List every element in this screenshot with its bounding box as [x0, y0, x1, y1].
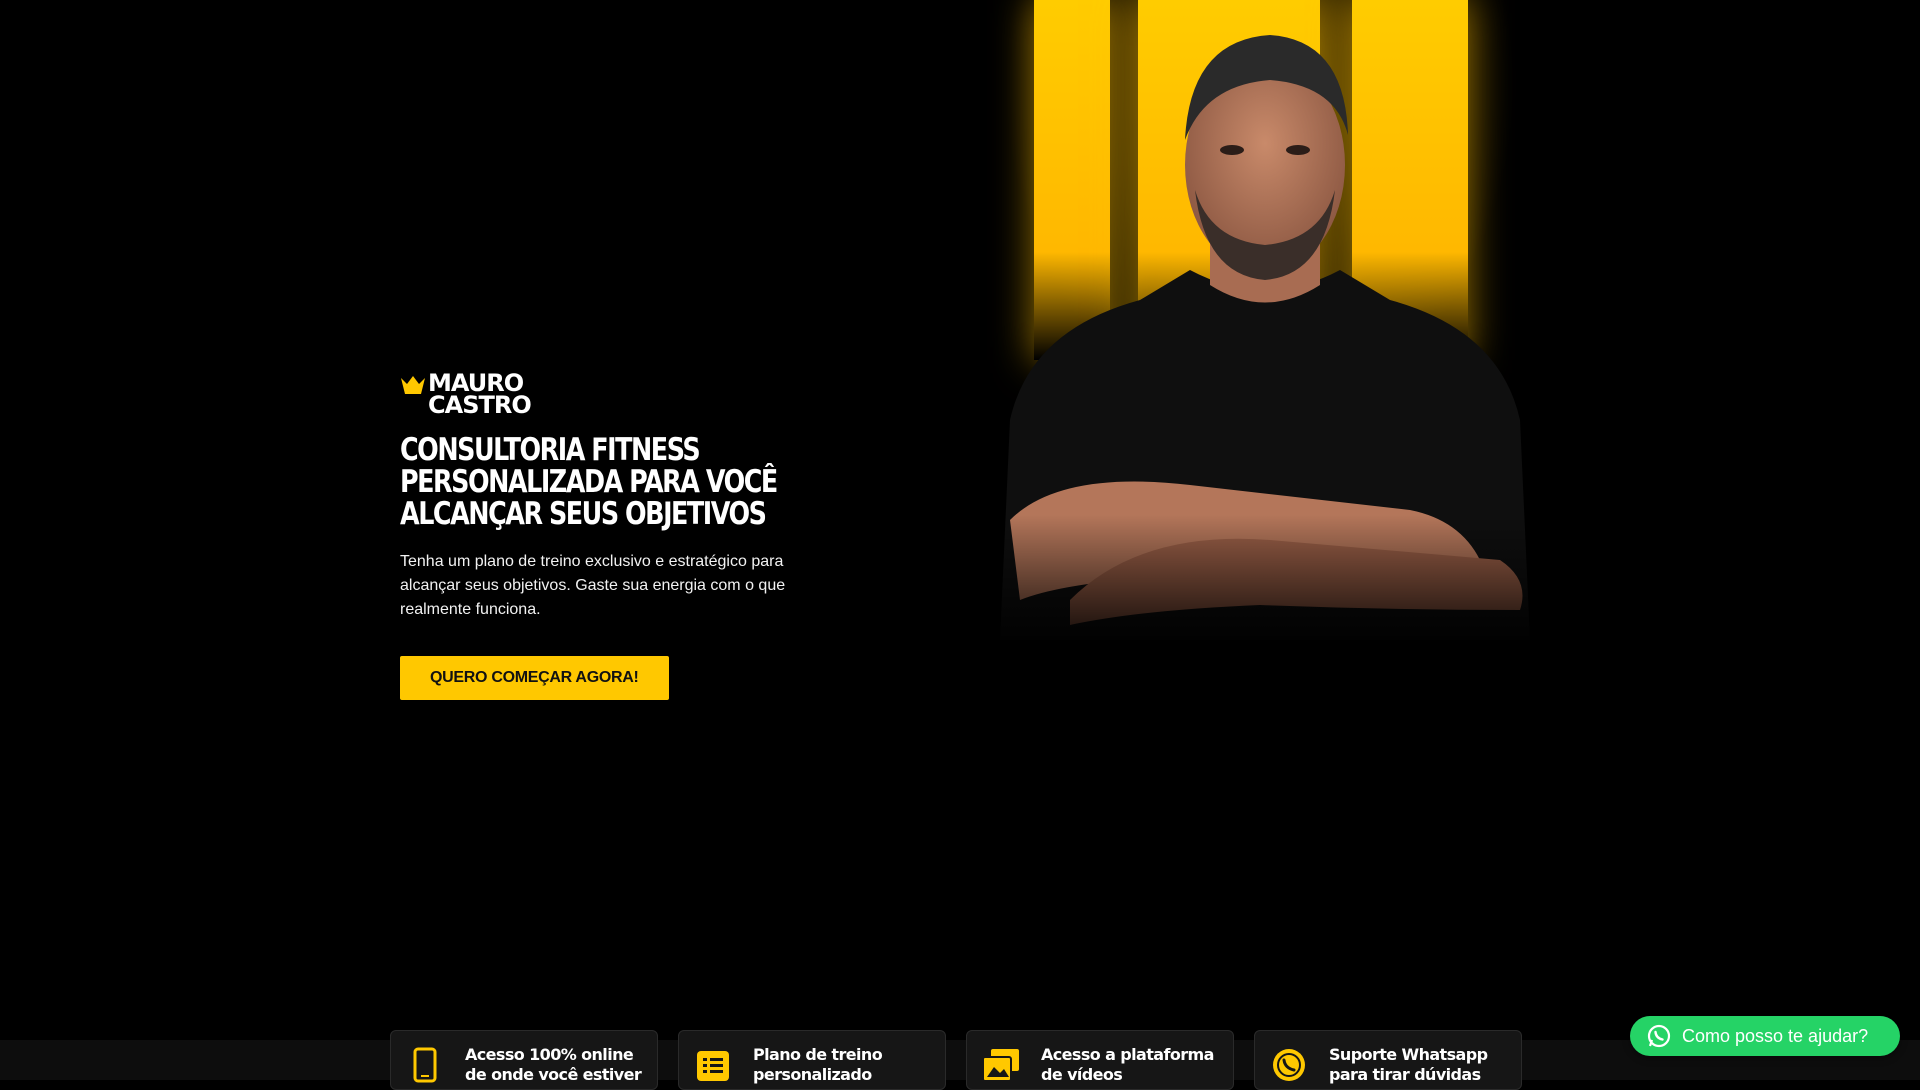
whatsapp-icon: [1647, 1024, 1671, 1048]
feature-label: Acesso a plataforma de vídeos: [1041, 1045, 1214, 1084]
list-icon: [697, 1051, 729, 1081]
hero-image: [940, 0, 1600, 660]
whatsapp-chat-label: Como posso te ajudar?: [1682, 1025, 1869, 1046]
feature-label: Acesso 100% online de onde você estiver: [465, 1045, 642, 1084]
start-now-button[interactable]: QUERO COMEÇAR AGORA!: [400, 656, 669, 700]
hero-headline: CONSULTORIA FITNESS PERSONALIZADA PARA V…: [400, 432, 778, 532]
video-library-icon: [982, 1049, 1019, 1082]
crown-icon: [401, 376, 425, 394]
logo-line2: CASTRO: [428, 391, 532, 419]
phone-icon: [413, 1047, 437, 1083]
hero-content: MAURO CASTRO CONSULTORIA FITNESS PERSONA…: [400, 371, 820, 700]
trainer-portrait: [940, 0, 1600, 660]
brand-logo[interactable]: MAURO CASTRO: [400, 371, 820, 420]
feature-card-plan: Plano de treino personalizado: [678, 1030, 946, 1090]
whatsapp-icon: [1273, 1049, 1305, 1081]
feature-label: Suporte Whatsapp para tirar dúvidas: [1329, 1045, 1488, 1084]
feature-card-support: Suporte Whatsapp para tirar dúvidas: [1254, 1030, 1522, 1090]
feature-card-online: Acesso 100% online de onde você estiver: [390, 1030, 658, 1090]
whatsapp-chat-button[interactable]: Como posso te ajudar?: [1630, 1016, 1900, 1056]
feature-card-videos: Acesso a plataforma de vídeos: [966, 1030, 1234, 1090]
features-strip: Acesso 100% online de onde você estiver …: [390, 1030, 1522, 1090]
feature-label: Plano de treino personalizado: [753, 1045, 883, 1084]
logo-text: MAURO CASTRO: [428, 371, 532, 419]
hero-subtext: Tenha um plano de treino exclusivo e est…: [400, 553, 786, 618]
